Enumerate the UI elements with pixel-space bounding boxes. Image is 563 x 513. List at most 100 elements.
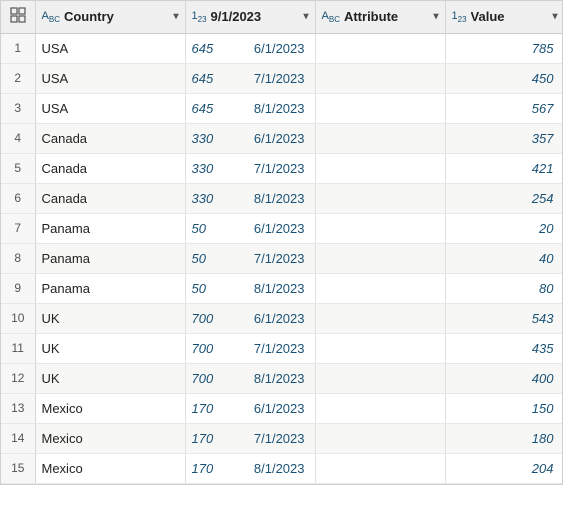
date-type-icon: 123 [192,10,207,24]
cell-country: USA [35,63,185,93]
cell-attribute [315,363,445,393]
row-index: 7 [1,213,35,243]
cell-date: 6457/1/2023 [185,63,315,93]
row-index: 9 [1,273,35,303]
cell-value: 40 [445,243,563,273]
header-value[interactable]: 123 Value ▾ [445,1,563,33]
row-index: 2 [1,63,35,93]
data-table: ABC Country ▾ 123 9/1/2023 ▾ ABC Att [0,0,563,485]
cell-value: 204 [445,453,563,483]
cell-attribute [315,123,445,153]
row-index: 10 [1,303,35,333]
cell-date: 508/1/2023 [185,273,315,303]
cell-value: 80 [445,273,563,303]
table-row: 12UK7008/1/2023 400 [1,363,563,393]
attribute-type-icon: ABC [322,10,340,24]
cell-value: 435 [445,333,563,363]
cell-country: Mexico [35,423,185,453]
date-dropdown-icon[interactable]: ▾ [303,11,308,22]
table-row: 4Canada3306/1/2023357 [1,123,563,153]
cell-attribute [315,423,445,453]
row-index: 1 [1,33,35,63]
cell-country: Panama [35,273,185,303]
cell-value: 400 [445,363,563,393]
country-column-label: Country [64,9,170,24]
cell-country: Canada [35,123,185,153]
cell-date: 7007/1/2023 [185,333,315,363]
cell-country: Panama [35,243,185,273]
cell-date: 6456/1/2023 [185,33,315,63]
header-index [1,1,35,33]
country-dropdown-icon[interactable]: ▾ [173,11,178,22]
cell-value: 450 [445,63,563,93]
header-date[interactable]: 123 9/1/2023 ▾ [185,1,315,33]
cell-country: Canada [35,153,185,183]
cell-country: Panama [35,213,185,243]
grid-icon [10,7,26,23]
attribute-dropdown-icon[interactable]: ▾ [433,11,438,22]
cell-attribute [315,303,445,333]
row-index: 15 [1,453,35,483]
row-index: 5 [1,153,35,183]
cell-date: 507/1/2023 [185,243,315,273]
row-index: 11 [1,333,35,363]
table-row: 6Canada3308/1/2023 254 [1,183,563,213]
table-row: 9Panama508/1/2023 80 [1,273,563,303]
cell-date: 1707/1/2023 [185,423,315,453]
table-row: 14Mexico1707/1/2023 180 [1,423,563,453]
cell-attribute [315,453,445,483]
cell-attribute [315,183,445,213]
value-column-label: Value [471,9,549,24]
cell-country: UK [35,363,185,393]
cell-attribute [315,33,445,63]
row-index: 14 [1,423,35,453]
cell-country: Mexico [35,393,185,423]
cell-date: 7008/1/2023 [185,363,315,393]
row-index: 8 [1,243,35,273]
cell-date: 506/1/2023 [185,213,315,243]
table-row: 15Mexico1708/1/2023 204 [1,453,563,483]
cell-attribute [315,273,445,303]
row-index: 12 [1,363,35,393]
cell-date: 1706/1/2023 [185,393,315,423]
attribute-column-label: Attribute [344,9,430,24]
cell-value: 180 [445,423,563,453]
cell-value: 785 [445,33,563,63]
cell-country: UK [35,333,185,363]
country-type-icon: ABC [42,10,60,24]
cell-value: 421 [445,153,563,183]
cell-value: 357 [445,123,563,153]
cell-country: Canada [35,183,185,213]
header-row: ABC Country ▾ 123 9/1/2023 ▾ ABC Att [1,1,563,33]
value-type-icon: 123 [452,10,467,24]
row-index: 3 [1,93,35,123]
table-row: 7Panama506/1/2023 20 [1,213,563,243]
cell-country: Mexico [35,453,185,483]
cell-date: 7006/1/2023 [185,303,315,333]
cell-country: USA [35,93,185,123]
table-row: 11UK7007/1/2023 435 [1,333,563,363]
table-row: 10UK7006/1/2023543 [1,303,563,333]
table-row: 3USA6458/1/2023567 [1,93,563,123]
cell-date: 3306/1/2023 [185,123,315,153]
table-row: 1USA6456/1/2023785 [1,33,563,63]
cell-attribute [315,213,445,243]
header-country[interactable]: ABC Country ▾ [35,1,185,33]
cell-attribute [315,393,445,423]
header-attribute[interactable]: ABC Attribute ▾ [315,1,445,33]
cell-attribute [315,243,445,273]
cell-date: 1708/1/2023 [185,453,315,483]
date-column-label: 9/1/2023 [211,9,300,24]
cell-attribute [315,63,445,93]
value-dropdown-icon[interactable]: ▾ [552,11,557,22]
cell-date: 6458/1/2023 [185,93,315,123]
cell-value: 254 [445,183,563,213]
table-row: 13Mexico1706/1/2023150 [1,393,563,423]
cell-country: UK [35,303,185,333]
table-row: 8Panama507/1/2023 40 [1,243,563,273]
row-index: 6 [1,183,35,213]
cell-date: 3308/1/2023 [185,183,315,213]
row-index: 13 [1,393,35,423]
cell-attribute [315,93,445,123]
cell-value: 20 [445,213,563,243]
